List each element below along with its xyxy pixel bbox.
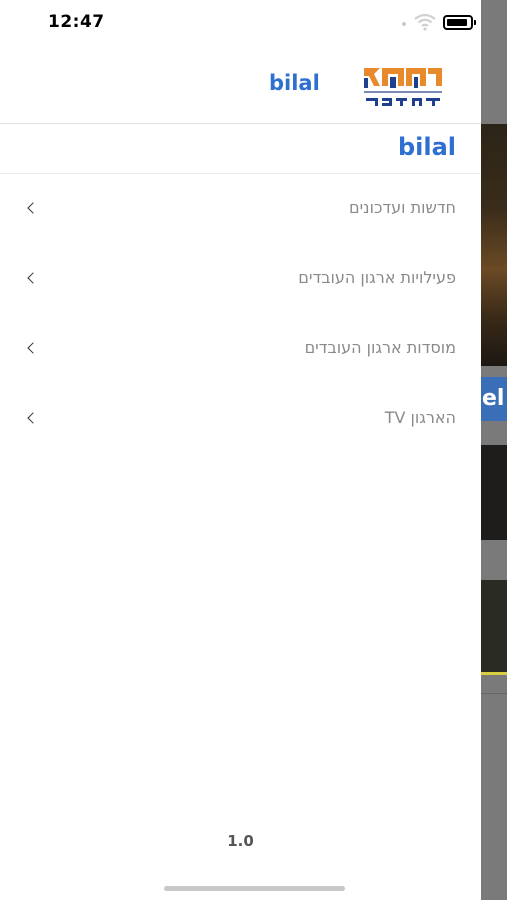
status-bar: 12:47 (0, 0, 481, 48)
chevron-left-icon (27, 272, 39, 284)
menu-item-label: פעילויות ארגון העובדים (298, 268, 456, 287)
menu-item-news[interactable]: חדשות ועדכונים (0, 174, 481, 244)
background-card (480, 445, 507, 540)
drawer-header: bilal (0, 48, 481, 124)
menu-item-label: חדשות ועדכונים (348, 198, 456, 217)
chevron-left-icon (27, 342, 39, 354)
background-card (480, 580, 507, 675)
background-banner-text: el (482, 386, 505, 411)
organization-logo (364, 68, 442, 106)
menu-item-institutions[interactable]: מוסדות ארגון העובדים (0, 314, 481, 384)
chevron-left-icon (27, 412, 39, 424)
drawer-user-name: bilal (397, 133, 456, 161)
home-indicator[interactable] (164, 886, 345, 891)
chevron-left-icon (27, 202, 39, 214)
header-title: bilal (269, 71, 320, 95)
menu-item-tv[interactable]: הארגון TV (0, 384, 481, 454)
menu-item-label: הארגון TV (384, 408, 456, 427)
wifi-icon (414, 13, 436, 31)
background-divider (480, 693, 507, 694)
menu-item-activities[interactable]: פעילויות ארגון העובדים (0, 244, 481, 314)
status-time: 12:47 (48, 12, 105, 32)
signal-icon (402, 22, 406, 26)
background-hero-image (480, 124, 507, 366)
menu-item-label: מוסדות ארגון העובדים (304, 338, 456, 357)
background-banner: el (480, 377, 507, 421)
app-version: 1.0 (227, 832, 254, 850)
drawer-menu: חדשות ועדכונים פעילויות ארגון העובדים מו… (0, 174, 481, 454)
navigation-drawer: 12:47 bilal bilal חדשות ועדכונים פעילויו… (0, 0, 481, 900)
battery-icon (443, 15, 476, 30)
